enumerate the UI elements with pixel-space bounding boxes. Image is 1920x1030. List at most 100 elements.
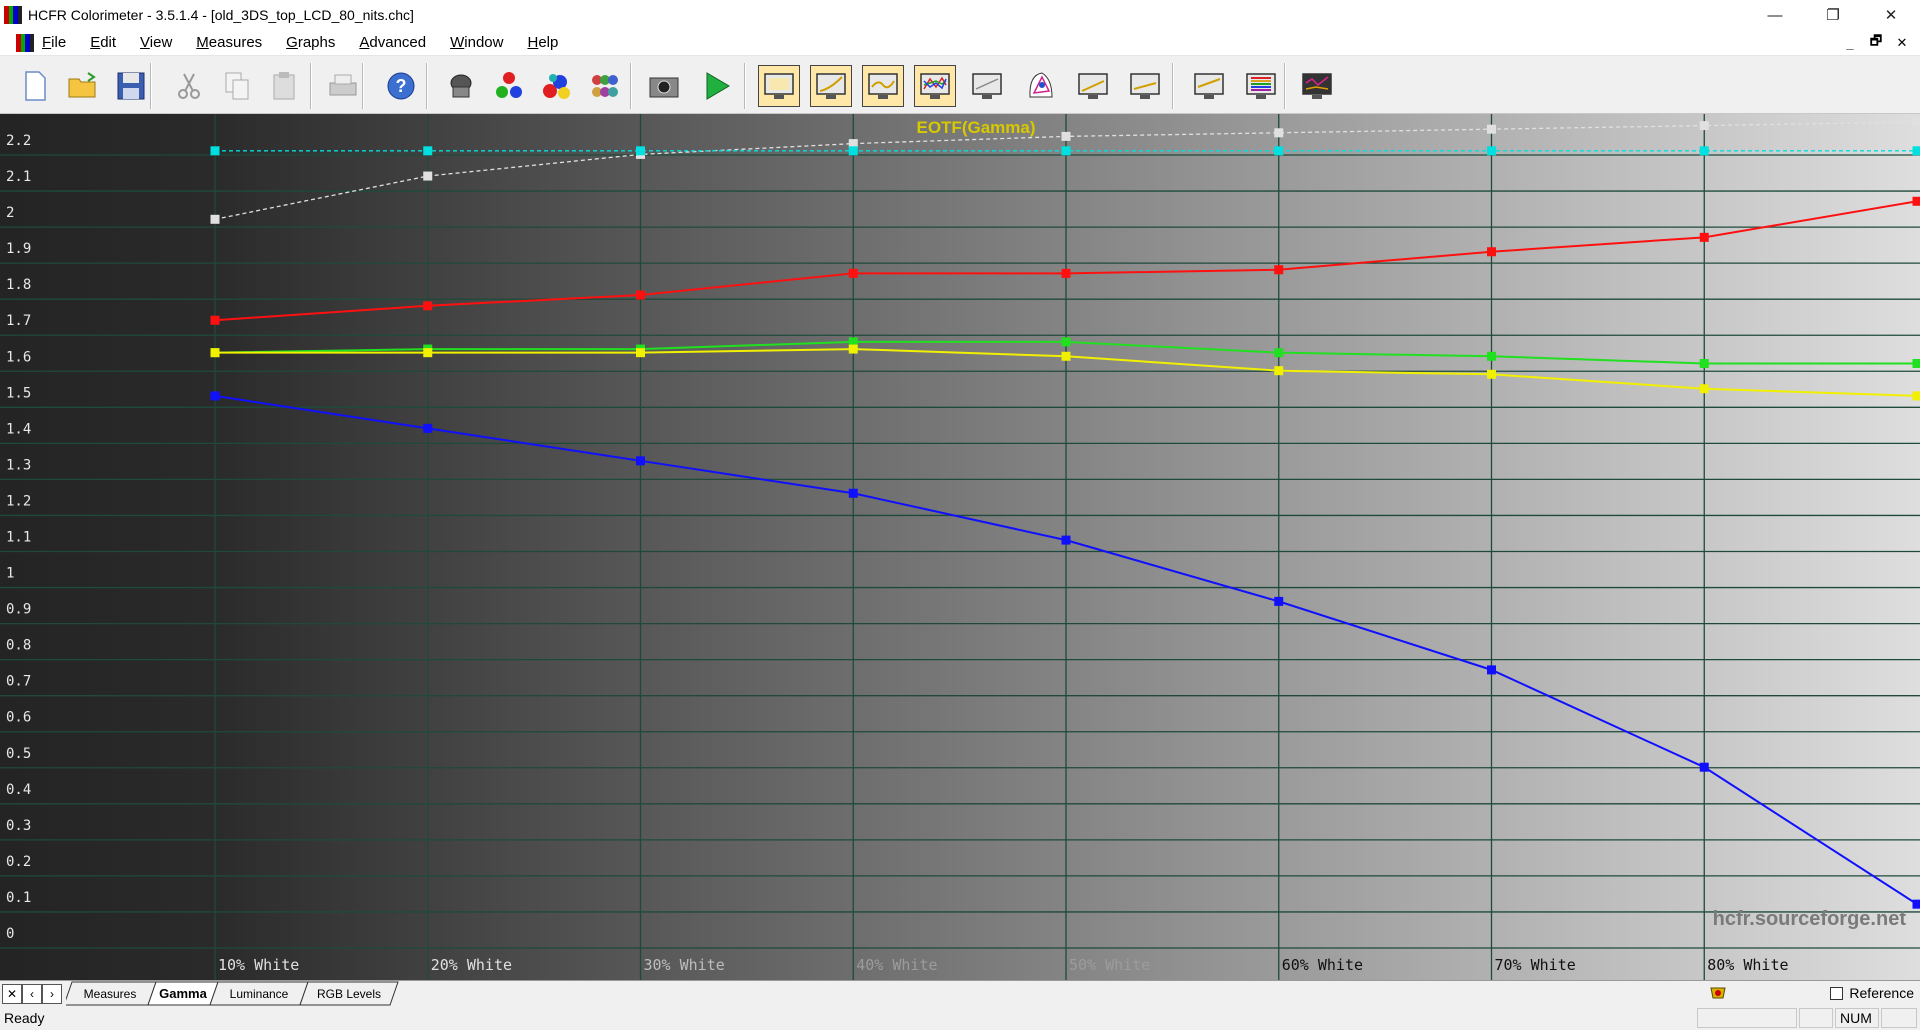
color-balls-icon (543, 74, 570, 99)
menu-help[interactable]: Help (515, 34, 570, 51)
status-bar: Ready NUM (0, 1006, 1920, 1030)
color-comparator-button[interactable] (1240, 65, 1282, 107)
cie-chart-button[interactable] (1020, 65, 1062, 107)
camera-icon (649, 77, 679, 98)
near-black-view-button[interactable] (1124, 65, 1166, 107)
color-balls-button[interactable] (536, 65, 578, 107)
sensor-button[interactable] (440, 65, 482, 107)
tab-prev-button[interactable]: ‹ (22, 984, 42, 1004)
copy-button[interactable] (216, 65, 258, 107)
restore-button[interactable]: ❐ (1804, 0, 1862, 30)
data-point (1912, 391, 1920, 401)
open-folder-button[interactable] (62, 65, 104, 107)
chart-background (0, 114, 1920, 980)
data-point (848, 344, 858, 354)
print-button[interactable] (322, 65, 364, 107)
data-point (1912, 899, 1920, 909)
saturation-view-button[interactable] (1072, 65, 1114, 107)
rgb-levels-view-button[interactable] (914, 65, 956, 107)
luminance-view-button[interactable] (862, 65, 904, 107)
svg-text:?: ? (396, 76, 407, 96)
y-tick-label: 1.7 (6, 313, 31, 329)
y-tick-label: 0.5 (6, 746, 31, 762)
saturation-luminance-button[interactable] (1296, 65, 1338, 107)
menu-graphs[interactable]: Graphs (274, 34, 347, 51)
save-icon (117, 72, 145, 100)
saturation-luminance-icon (1302, 73, 1332, 99)
minimize-button[interactable]: — (1746, 0, 1804, 30)
y-tick-label: 0.4 (6, 782, 31, 798)
sensor-icon (450, 74, 472, 98)
cut-button[interactable] (168, 65, 210, 107)
menu-window[interactable]: Window (438, 34, 515, 51)
measures-view-button[interactable] (758, 65, 800, 107)
tab-next-button[interactable]: › (42, 984, 62, 1004)
tab-gamma[interactable]: Gamma (147, 981, 219, 1006)
mdi-minimize-button[interactable]: _ (1842, 36, 1858, 51)
mdi-close-button[interactable]: ✕ (1894, 35, 1910, 51)
camera-button[interactable] (643, 65, 685, 107)
tab-luminance[interactable]: Luminance (209, 981, 309, 1006)
x-tick-label: 50% White (1069, 956, 1150, 974)
tab-measures[interactable]: Measures (66, 981, 157, 1006)
data-point (1274, 265, 1284, 275)
tab-first-button[interactable]: ✕ (2, 984, 22, 1004)
new-document-icon (25, 71, 46, 101)
tab-rgb-levels[interactable]: RGB Levels (299, 981, 399, 1006)
menu-file[interactable]: File (38, 34, 78, 51)
data-point (423, 301, 433, 311)
y-tick-label: 1.1 (6, 530, 31, 546)
play-button[interactable] (696, 65, 738, 107)
watermark-text: hcfr.sourceforge.net (1713, 908, 1907, 930)
help-button[interactable]: ? (380, 65, 422, 107)
near-black-view-icon (1130, 73, 1160, 99)
multi-balls-button[interactable] (584, 65, 626, 107)
near-white-view-button[interactable] (1188, 65, 1230, 107)
paste-button[interactable] (264, 65, 306, 107)
toolbar-separator (1172, 63, 1174, 109)
color-temp-view-button[interactable] (966, 65, 1008, 107)
data-point (1699, 146, 1709, 156)
sensor-status-icon (1710, 987, 1726, 999)
gamma-view-button[interactable] (810, 65, 852, 107)
data-point (1912, 146, 1920, 156)
near-white-view-icon (1194, 73, 1224, 99)
data-point (1061, 131, 1071, 141)
data-point (1274, 146, 1284, 156)
title-bar: HCFR Colorimeter - 3.5.1.4 - [old_3DS_to… (0, 0, 1920, 30)
y-tick-label: 1.8 (6, 277, 31, 293)
y-tick-label: 1.2 (6, 493, 31, 509)
new-document-button[interactable] (14, 65, 56, 107)
toolbar: ? (0, 57, 1920, 114)
data-point (423, 348, 433, 358)
data-point (1487, 247, 1496, 257)
menu-view[interactable]: View (128, 34, 184, 51)
rgb-balls-button[interactable] (488, 65, 530, 107)
status-text: Ready (4, 1010, 45, 1026)
menu-edit[interactable]: Edit (78, 34, 128, 51)
y-tick-label: 1.6 (6, 349, 31, 365)
data-point (636, 348, 645, 358)
y-tick-label: 0.6 (6, 710, 31, 726)
mdi-restore-button[interactable]: 🗗 (1868, 32, 1884, 54)
copy-icon (225, 72, 249, 100)
data-point (1699, 358, 1709, 368)
rgb-levels-view-icon (920, 73, 950, 99)
menu-advanced[interactable]: Advanced (347, 34, 438, 51)
hcfr-app-icon[interactable] (4, 6, 22, 24)
close-button[interactable]: ✕ (1862, 0, 1920, 30)
document-icon[interactable] (16, 33, 34, 52)
reference-checkbox[interactable]: Reference (1830, 985, 1914, 1001)
toolbar-separator (1284, 63, 1286, 109)
save-button[interactable] (110, 65, 152, 107)
tab-label: Measures (84, 987, 137, 1001)
y-tick-label: 0.2 (6, 854, 31, 870)
status-panel-1 (1697, 1008, 1797, 1028)
data-point (1487, 665, 1496, 675)
play-icon (706, 72, 730, 100)
menu-measures[interactable]: Measures (184, 34, 274, 51)
status-panel-4 (1881, 1008, 1917, 1028)
data-point (1061, 351, 1071, 361)
reference-checkbox-box[interactable] (1830, 986, 1844, 1000)
data-point (210, 146, 220, 156)
